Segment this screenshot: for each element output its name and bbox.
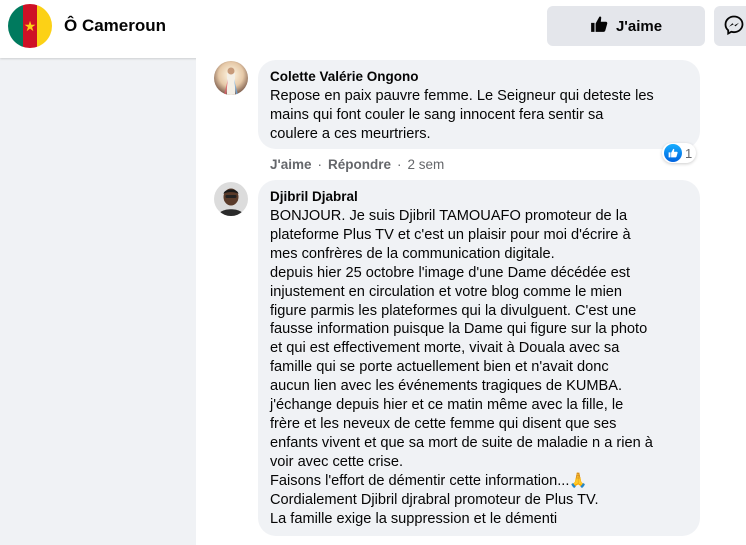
comment-reply-link[interactable]: Répondre [328, 157, 391, 172]
page-header: ★ Ô Cameroun J'aime [0, 0, 746, 58]
comment-author[interactable]: Colette Valérie Ongono [270, 68, 688, 86]
reaction-count-badge[interactable]: 1 [662, 143, 697, 163]
avatar[interactable] [214, 182, 248, 216]
page-title[interactable]: Ô Cameroun [64, 16, 166, 36]
reaction-count: 1 [685, 145, 693, 161]
separator: · [317, 157, 323, 172]
like-reaction-icon [664, 144, 682, 162]
page-avatar-flag[interactable]: ★ [8, 4, 52, 48]
page-like-label: J'aime [615, 17, 663, 35]
page-like-button[interactable]: J'aime [547, 6, 705, 46]
separator: · [397, 157, 402, 172]
comment-text: Repose en paix pauvre femme. Le Seigneur… [270, 88, 654, 142]
comment-timestamp[interactable]: 2 sem [408, 157, 445, 172]
comment-like-link[interactable]: J'aime [270, 157, 312, 172]
comment-text: BONJOUR. Je suis Djibril TAMOUAFO promot… [270, 208, 653, 527]
comment-bubble: Colette Valérie Ongono Repose en paix pa… [258, 60, 700, 149]
feed-background [0, 58, 196, 545]
messenger-button[interactable] [714, 6, 746, 46]
comment-bubble: Djibril Djabral BONJOUR. Je suis Djibril… [258, 180, 700, 536]
messenger-icon [724, 15, 744, 38]
thumbs-up-icon [590, 15, 608, 37]
comment-actions: J'aime · Répondre · 2 sem [270, 157, 444, 172]
avatar[interactable] [214, 61, 248, 95]
comment-author[interactable]: Djibril Djabral [270, 188, 688, 206]
star-icon: ★ [23, 18, 37, 34]
